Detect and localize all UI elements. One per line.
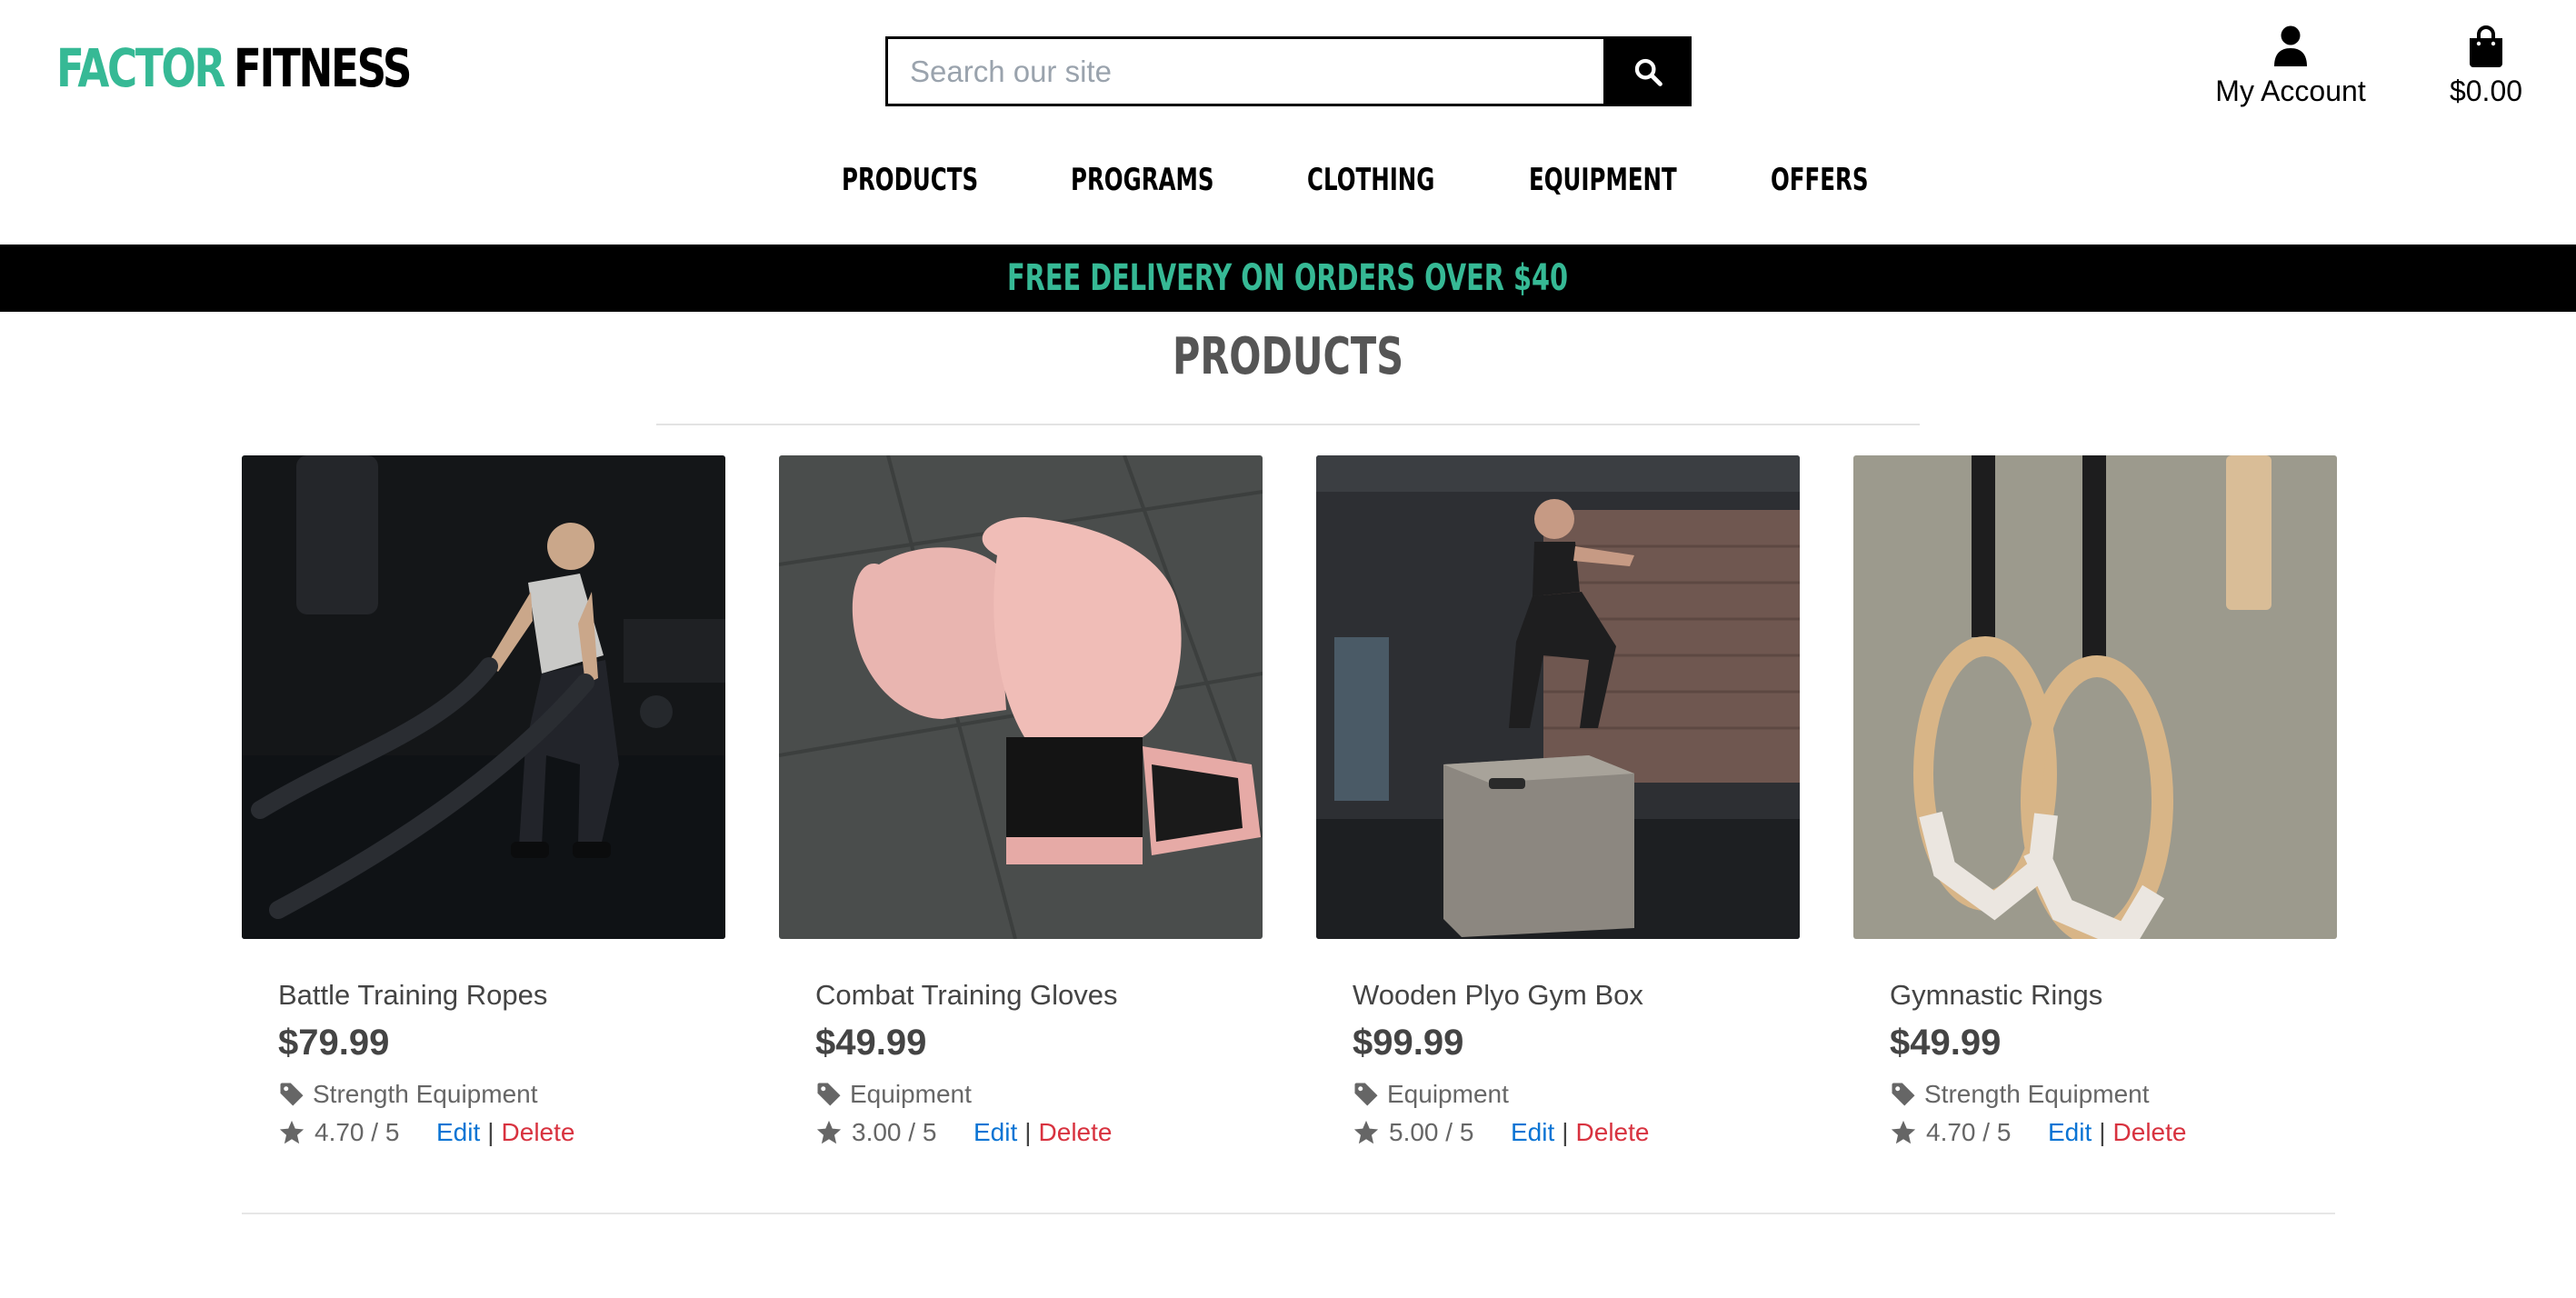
main-nav: Products Programs Clothing Equipment Off… [0, 153, 2576, 207]
product-price: $49.99 [1890, 1023, 2002, 1063]
logo-text-factor: FACTOR [56, 37, 225, 99]
product-meta: 3.00 / 5 Edit | Delete [815, 1118, 1263, 1147]
product-rating: 4.70 / 5 [1926, 1118, 2012, 1146]
delete-link[interactable]: Delete [1039, 1118, 1113, 1147]
logo-text-fitness: FITNESS [233, 37, 412, 99]
product-rating: 5.00 / 5 [1389, 1118, 1474, 1146]
link-separator: | [487, 1118, 494, 1146]
star-icon [1353, 1120, 1379, 1144]
user-icon [2274, 25, 2307, 66]
edit-link[interactable]: Edit [2048, 1118, 2092, 1147]
tag-icon [1354, 1083, 1378, 1106]
star-icon [279, 1120, 305, 1144]
site-logo[interactable]: FACTOR FITNESS [56, 37, 412, 99]
nav-item-programs[interactable]: Programs [1071, 153, 1213, 207]
search-input[interactable] [885, 36, 1603, 106]
product-card: Wooden Plyo Gym Box $99.99 Equipment 5.0… [1316, 455, 1800, 1147]
delete-link[interactable]: Delete [2113, 1118, 2187, 1147]
star-icon [816, 1120, 842, 1144]
nav-item-products[interactable]: Products [842, 153, 978, 207]
product-category: Strength Equipment [313, 1080, 538, 1108]
my-account-label: My Account [2215, 75, 2366, 107]
product-category-link[interactable]: Equipment [1353, 1080, 1800, 1109]
link-separator: | [2099, 1118, 2106, 1146]
product-image-battle-ropes[interactable] [242, 455, 725, 939]
nav-item-offers[interactable]: Offers [1771, 153, 1868, 207]
edit-link[interactable]: Edit [436, 1118, 480, 1147]
edit-link[interactable]: Edit [973, 1118, 1017, 1147]
product-image-plyo-box[interactable] [1316, 455, 1800, 939]
product-category-link[interactable]: Strength Equipment [278, 1080, 725, 1109]
delete-link[interactable]: Delete [1576, 1118, 1650, 1147]
product-category: Equipment [1387, 1080, 1509, 1108]
nav-item-clothing[interactable]: Clothing [1307, 153, 1434, 207]
tag-icon [280, 1083, 304, 1106]
product-image-gymnastic-rings[interactable] [1853, 455, 2337, 939]
product-name[interactable]: Gymnastic Rings [1890, 979, 2337, 1012]
tag-icon [817, 1083, 841, 1106]
product-card: Combat Training Gloves $49.99 Equipment … [779, 455, 1263, 1147]
link-separator: | [1024, 1118, 1032, 1146]
product-category: Equipment [850, 1080, 972, 1108]
page-title: PRODUCTS [1172, 327, 1404, 386]
delete-link[interactable]: Delete [502, 1118, 575, 1147]
product-category-link[interactable]: Equipment [815, 1080, 1263, 1109]
product-category: Strength Equipment [1924, 1080, 2150, 1108]
search-form [885, 36, 1692, 106]
search-button[interactable] [1603, 36, 1692, 106]
star-icon [1891, 1120, 1916, 1144]
delivery-banner-text: FREE DELIVERY ON ORDERS OVER $40 [1007, 257, 1569, 299]
shopping-bag-icon [2470, 25, 2502, 67]
delivery-banner: FREE DELIVERY ON ORDERS OVER $40 [0, 245, 2576, 312]
product-price: $79.99 [278, 1023, 390, 1063]
product-name[interactable]: Battle Training Ropes [278, 979, 725, 1012]
product-image-boxing-gloves[interactable] [779, 455, 1263, 939]
product-name[interactable]: Combat Training Gloves [815, 979, 1263, 1012]
product-meta: 4.70 / 5 Edit | Delete [1890, 1118, 2337, 1147]
nav-item-equipment[interactable]: Equipment [1529, 153, 1677, 207]
search-icon [1634, 58, 1662, 86]
tag-icon [1892, 1083, 1915, 1106]
my-account-link[interactable]: My Account [2200, 25, 2381, 108]
title-divider [656, 424, 1920, 425]
product-rating: 4.70 / 5 [315, 1118, 400, 1146]
product-meta: 5.00 / 5 Edit | Delete [1353, 1118, 1800, 1147]
edit-link[interactable]: Edit [1511, 1118, 1554, 1147]
content-divider [242, 1213, 2335, 1214]
product-meta: 4.70 / 5 Edit | Delete [278, 1118, 725, 1147]
product-price: $49.99 [815, 1023, 927, 1063]
product-card: Battle Training Ropes $79.99 Strength Eq… [242, 455, 725, 1147]
shopping-bag-link[interactable]: $0.00 [2436, 25, 2536, 108]
product-price: $99.99 [1353, 1023, 1464, 1063]
product-name[interactable]: Wooden Plyo Gym Box [1353, 979, 1800, 1012]
bag-total: $0.00 [2449, 75, 2523, 107]
product-card: Gymnastic Rings $49.99 Strength Equipmen… [1853, 455, 2337, 1147]
product-category-link[interactable]: Strength Equipment [1890, 1080, 2337, 1109]
product-rating: 3.00 / 5 [852, 1118, 937, 1146]
link-separator: | [1562, 1118, 1569, 1146]
